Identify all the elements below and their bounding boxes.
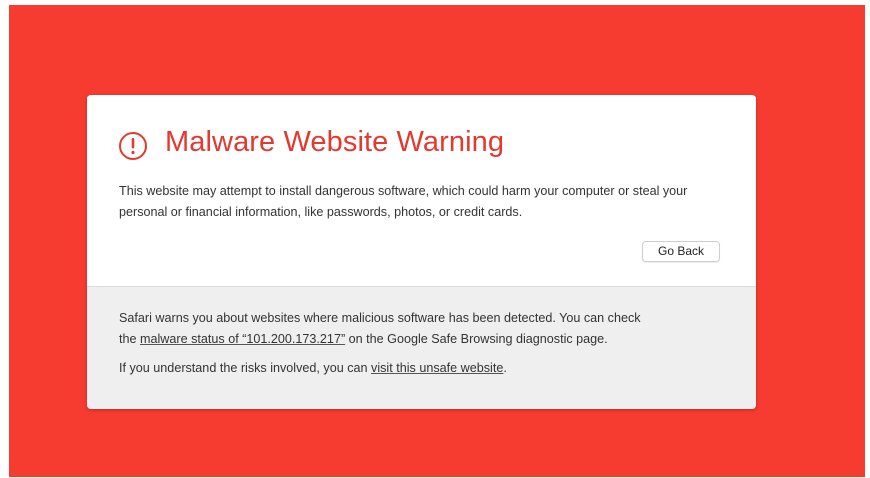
risk-text: If you understand the risks involved, yo… — [119, 358, 507, 379]
exclamation-circle-icon — [119, 132, 147, 160]
warning-dialog: Malware Website Warning This website may… — [87, 95, 756, 409]
warning-header-section: Malware Website Warning This website may… — [87, 95, 756, 286]
go-back-button[interactable]: Go Back — [642, 241, 720, 262]
safari-info-line2-prefix: the — [119, 332, 141, 346]
malware-status-link[interactable]: malware status of “101.200.173.217” — [140, 332, 345, 346]
safari-info-line1: Safari warns you about websites where ma… — [119, 311, 641, 325]
warning-description: This website may attempt to install dang… — [119, 184, 688, 219]
risk-text-suffix: . — [503, 361, 507, 375]
safari-info-text: Safari warns you about websites where ma… — [119, 308, 641, 350]
warning-title: Malware Website Warning — [165, 126, 505, 158]
warning-page-background: Malware Website Warning This website may… — [9, 5, 865, 477]
risk-text-prefix: If you understand the risks involved, yo… — [119, 361, 372, 375]
safari-info-line2-suffix: on the Google Safe Browsing diagnostic p… — [345, 332, 608, 346]
visit-unsafe-website-link[interactable]: visit this unsafe website — [371, 361, 503, 375]
